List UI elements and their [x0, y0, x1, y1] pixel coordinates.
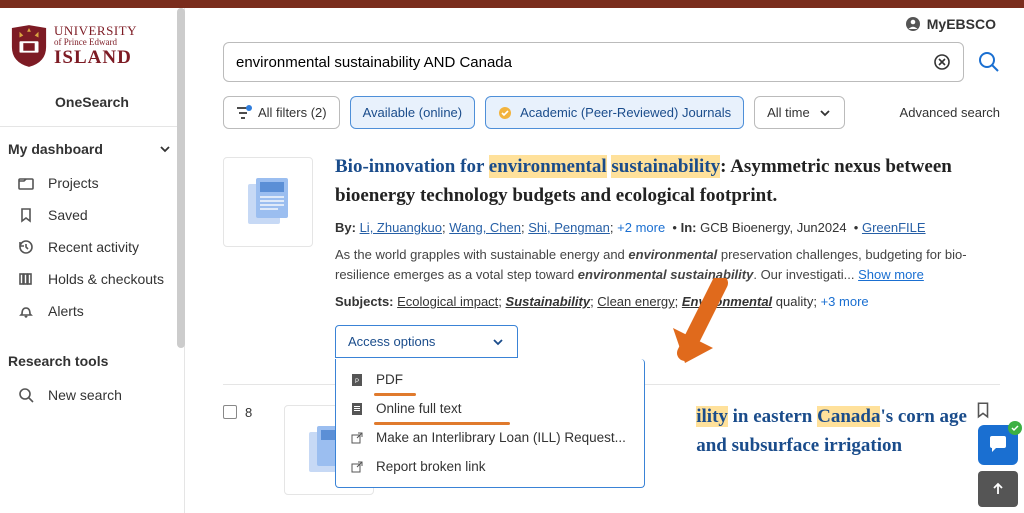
sidebar: UNIVERSITY of Prince Edward ISLAND OneSe…	[0, 8, 185, 513]
sidebar-item-label: Alerts	[48, 303, 84, 319]
svg-text:P: P	[355, 379, 359, 385]
sidebar-item-saved[interactable]: Saved	[0, 199, 184, 231]
institution-logo[interactable]: UNIVERSITY of Prince Edward ISLAND	[0, 8, 184, 80]
subject-link[interactable]: Clean energy	[597, 294, 674, 309]
result-subjects: Subjects: Ecological impact; Sustainabil…	[335, 294, 1000, 309]
result-checkbox[interactable]	[223, 405, 237, 419]
clear-icon[interactable]	[933, 53, 951, 71]
all-filters-label: All filters (2)	[258, 105, 327, 120]
available-online-chip[interactable]: Available (online)	[350, 96, 476, 129]
myebsco-link[interactable]: MyEBSCO	[905, 16, 996, 32]
badge-icon	[498, 106, 512, 120]
filter-active-dot	[246, 105, 252, 111]
bell-icon	[18, 303, 34, 319]
search-result: Bio-innovation for environmental sustain…	[223, 153, 1000, 358]
sidebar-item-label: Holds & checkouts	[48, 271, 164, 287]
user-icon	[905, 16, 921, 32]
external-link-icon	[350, 460, 364, 474]
result-type-icon	[223, 157, 313, 247]
show-more-link[interactable]: Show more	[858, 267, 924, 282]
sidebar-item-projects[interactable]: Projects	[0, 167, 184, 199]
fulltext-icon	[350, 402, 364, 416]
subject-link[interactable]: Sustainability	[506, 294, 591, 309]
peer-reviewed-chip[interactable]: Academic (Peer-Reviewed) Journals	[485, 96, 744, 129]
sidebar-item-label: Saved	[48, 207, 88, 223]
sidebar-item-alerts[interactable]: Alerts	[0, 295, 184, 327]
search-box[interactable]	[223, 42, 964, 82]
author-link[interactable]: Shi, Pengman	[528, 220, 610, 235]
access-option-report[interactable]: Report broken link	[336, 452, 644, 481]
author-link[interactable]: Li, Zhuangkuo	[360, 220, 442, 235]
all-filters-chip[interactable]: All filters (2)	[223, 96, 340, 129]
subject-link[interactable]: Ecological impact	[397, 294, 498, 309]
sidebar-item-new-search[interactable]: New search	[0, 379, 184, 411]
author-link[interactable]: Wang, Chen	[449, 220, 521, 235]
result-title[interactable]: Bio-innovation for environmental sustain…	[335, 153, 1000, 210]
my-dashboard-toggle[interactable]: My dashboard	[0, 127, 184, 167]
history-icon	[18, 239, 34, 255]
sidebar-item-label: Recent activity	[48, 239, 139, 255]
access-options-menu: P PDF Online full text Make an Interlibr…	[335, 359, 645, 488]
status-check-icon	[1008, 421, 1022, 435]
all-time-label: All time	[767, 105, 810, 120]
subject-link[interactable]: Environmental	[682, 294, 772, 309]
available-label: Available (online)	[363, 105, 463, 120]
result-index: 8	[245, 405, 252, 420]
logo-line1: UNIVERSITY	[54, 24, 137, 38]
bookmark-button[interactable]	[974, 401, 992, 419]
advanced-search-link[interactable]: Advanced search	[900, 105, 1000, 120]
bookmark-icon	[18, 207, 34, 223]
pdf-icon: P	[350, 373, 364, 387]
shield-icon	[10, 24, 48, 68]
sidebar-item-label: New search	[48, 387, 122, 403]
result-byline: By: Li, Zhuangkuo; Wang, Chen; Shi, Peng…	[335, 220, 1000, 235]
logo-line3: ISLAND	[54, 48, 137, 68]
library-icon	[18, 271, 34, 287]
tools-nav: New search	[0, 379, 184, 411]
sidebar-item-recent[interactable]: Recent activity	[0, 231, 184, 263]
onesearch-label[interactable]: OneSearch	[0, 80, 184, 127]
main-content: MyEBSCO All filters (2) Available (onlin…	[185, 8, 1024, 513]
folder-icon	[18, 175, 34, 191]
result-snippet: As the world grapples with sustainable e…	[335, 245, 1000, 284]
source-link[interactable]: GreenFILE	[862, 220, 926, 235]
access-options-label: Access options	[348, 334, 435, 349]
search-input[interactable]	[236, 54, 933, 71]
top-brand-bar	[0, 0, 1024, 8]
sidebar-item-holds[interactable]: Holds & checkouts	[0, 263, 184, 295]
search-icon	[18, 387, 34, 403]
external-link-icon	[350, 431, 364, 445]
chat-widget[interactable]	[978, 425, 1018, 465]
access-option-ill[interactable]: Make an Interlibrary Loan (ILL) Request.…	[336, 423, 644, 452]
arrow-up-icon	[990, 481, 1006, 497]
more-subjects-link[interactable]: +3 more	[821, 294, 869, 309]
sidebar-scrollbar[interactable]	[177, 8, 185, 348]
dashboard-nav: Projects Saved Recent activity Holds & c…	[0, 167, 184, 327]
access-option-pdf[interactable]: P PDF	[336, 365, 644, 394]
all-time-chip[interactable]: All time	[754, 96, 845, 129]
research-tools-header: Research tools	[0, 327, 184, 379]
access-option-online[interactable]: Online full text	[336, 394, 644, 423]
more-authors-link[interactable]: +2 more	[617, 220, 665, 235]
document-icon	[238, 172, 298, 232]
scroll-to-top-button[interactable]	[978, 471, 1018, 507]
chevron-down-icon	[818, 106, 832, 120]
peer-label: Academic (Peer-Reviewed) Journals	[520, 105, 731, 120]
chat-icon	[987, 434, 1009, 456]
chevron-down-icon	[158, 142, 172, 156]
search-button[interactable]	[978, 51, 1000, 73]
my-dashboard-label: My dashboard	[8, 141, 103, 157]
sidebar-item-label: Projects	[48, 175, 99, 191]
myebsco-label: MyEBSCO	[927, 16, 996, 32]
chevron-down-icon	[491, 335, 505, 349]
access-options-button[interactable]: Access options	[335, 325, 518, 358]
